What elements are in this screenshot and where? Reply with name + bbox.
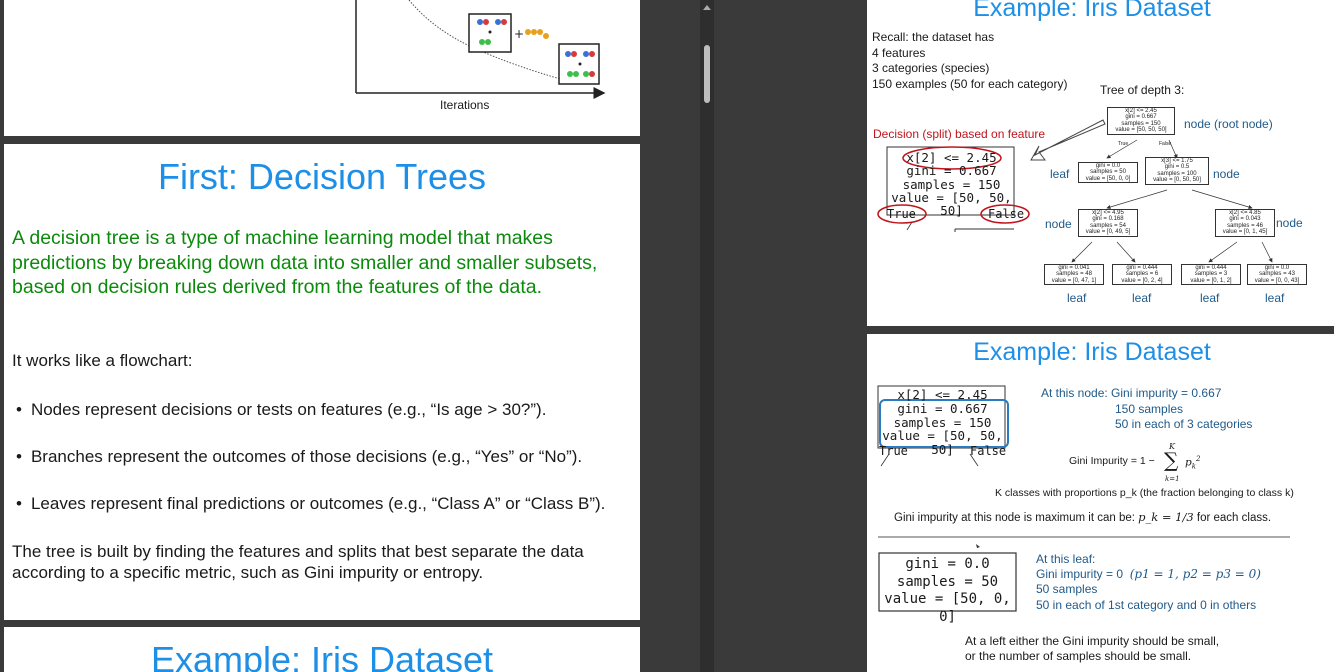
slide-title: First: Decision Trees <box>157 156 487 197</box>
tree-leaf-3: gini = 0.444 samples = 3 value = [0, 1, 2] <box>1181 264 1241 286</box>
iterations-plot: + <box>355 0 606 99</box>
bullet-nodes: Nodes represent decisions or tests on fe… <box>16 400 546 420</box>
node-label: node <box>1276 216 1303 230</box>
tree-node-1: x[3] <= 1.75 gini = 0.5 samples = 100 value… <box>1145 157 1209 185</box>
node-label: node <box>1045 217 1072 231</box>
node-label: node <box>1213 167 1240 181</box>
right-slide-1: Example: Iris Dataset Recall: the datase… <box>867 0 1334 326</box>
at-node-info: At this node: Gini impurity = 0.667 150 … <box>1041 386 1253 431</box>
tree-node-3: x[2] <= 4.85 gini = 0.043 samples = 46 valu… <box>1215 209 1275 237</box>
slide-title: Example: Iris Dataset <box>150 639 494 672</box>
tree-leaf-2: gini = 0.444 samples = 6 value = [0, 2, 4] <box>1112 264 1172 286</box>
tree-leaf-1: gini = 0.041 samples = 48 value = [0, 47, … <box>1044 264 1104 286</box>
closing-paragraph: The tree is built by finding the feature… <box>12 542 584 582</box>
intro-paragraph: A decision tree is a type of machine lea… <box>12 227 598 298</box>
left-slide-1: + Iterations <box>4 0 640 136</box>
tree-node-2: x[2] <= 4.95 gini = 0.168 samples = 54 valu… <box>1078 209 1138 237</box>
at-leaf-info: At this leaf: Gini impurity = 0 (p1 = 1,… <box>1036 552 1261 612</box>
scroll-up-arrow[interactable] <box>703 5 711 10</box>
max-note: Gini impurity at this node is maximum it… <box>894 510 1272 524</box>
footer-note: At a left either the Gini impurity shoul… <box>965 634 1220 663</box>
left-slide-2: First: Decision Trees A decision tree is… <box>4 144 640 620</box>
leaf-label: leaf <box>1067 291 1087 305</box>
tree-root-true: True <box>1118 141 1129 147</box>
tree-root-node: x[2] <= 2.45 gini = 0.667 samples = 150 val… <box>1107 107 1175 135</box>
classes-note: K classes with proportions p_k (the frac… <box>995 487 1294 499</box>
leaf-label: leaf <box>1050 167 1070 181</box>
gini-formula: Gini Impurity = 1 − K ∑ k=1 pk2 <box>1069 442 1201 483</box>
bullet-branches: Branches represent the outcomes of those… <box>16 447 582 467</box>
leaf-box-text: gini = 0.0 samples = 50 value = [50, 0, … <box>884 556 1011 625</box>
flowchart-lead: It works like a flowchart: <box>12 351 193 370</box>
leaf-label: leaf <box>1132 291 1152 305</box>
focus-false-label: False <box>970 444 1007 458</box>
scrollbar-thumb[interactable] <box>704 45 710 103</box>
right-slide-2: Example: Iris Dataset x[2] <= 2.45 gini … <box>867 334 1334 672</box>
focus-true-label: True <box>879 444 908 458</box>
leaf-label: leaf <box>1265 291 1285 305</box>
left-slide-3: Example: Iris Dataset <box>4 627 640 672</box>
leaf-label: leaf <box>1200 291 1220 305</box>
svg-text:+: + <box>514 27 524 41</box>
root-node-label: node (root node) <box>1184 117 1273 131</box>
tree-leaf-setosa: gini = 0.0 samples = 50 value = [50, 0, 0] <box>1078 162 1138 184</box>
tree-leaf-4: gini = 0.0 samples = 43 value = [0, 0, 43] <box>1247 264 1307 286</box>
tree-root-false: False <box>1159 141 1172 147</box>
bullet-leaves: Leaves represent final predictions or ou… <box>16 494 605 514</box>
zoom-false-label: False <box>988 207 1025 221</box>
iterations-axis-label: Iterations <box>440 98 490 112</box>
zoom-true-label: True <box>887 207 916 221</box>
